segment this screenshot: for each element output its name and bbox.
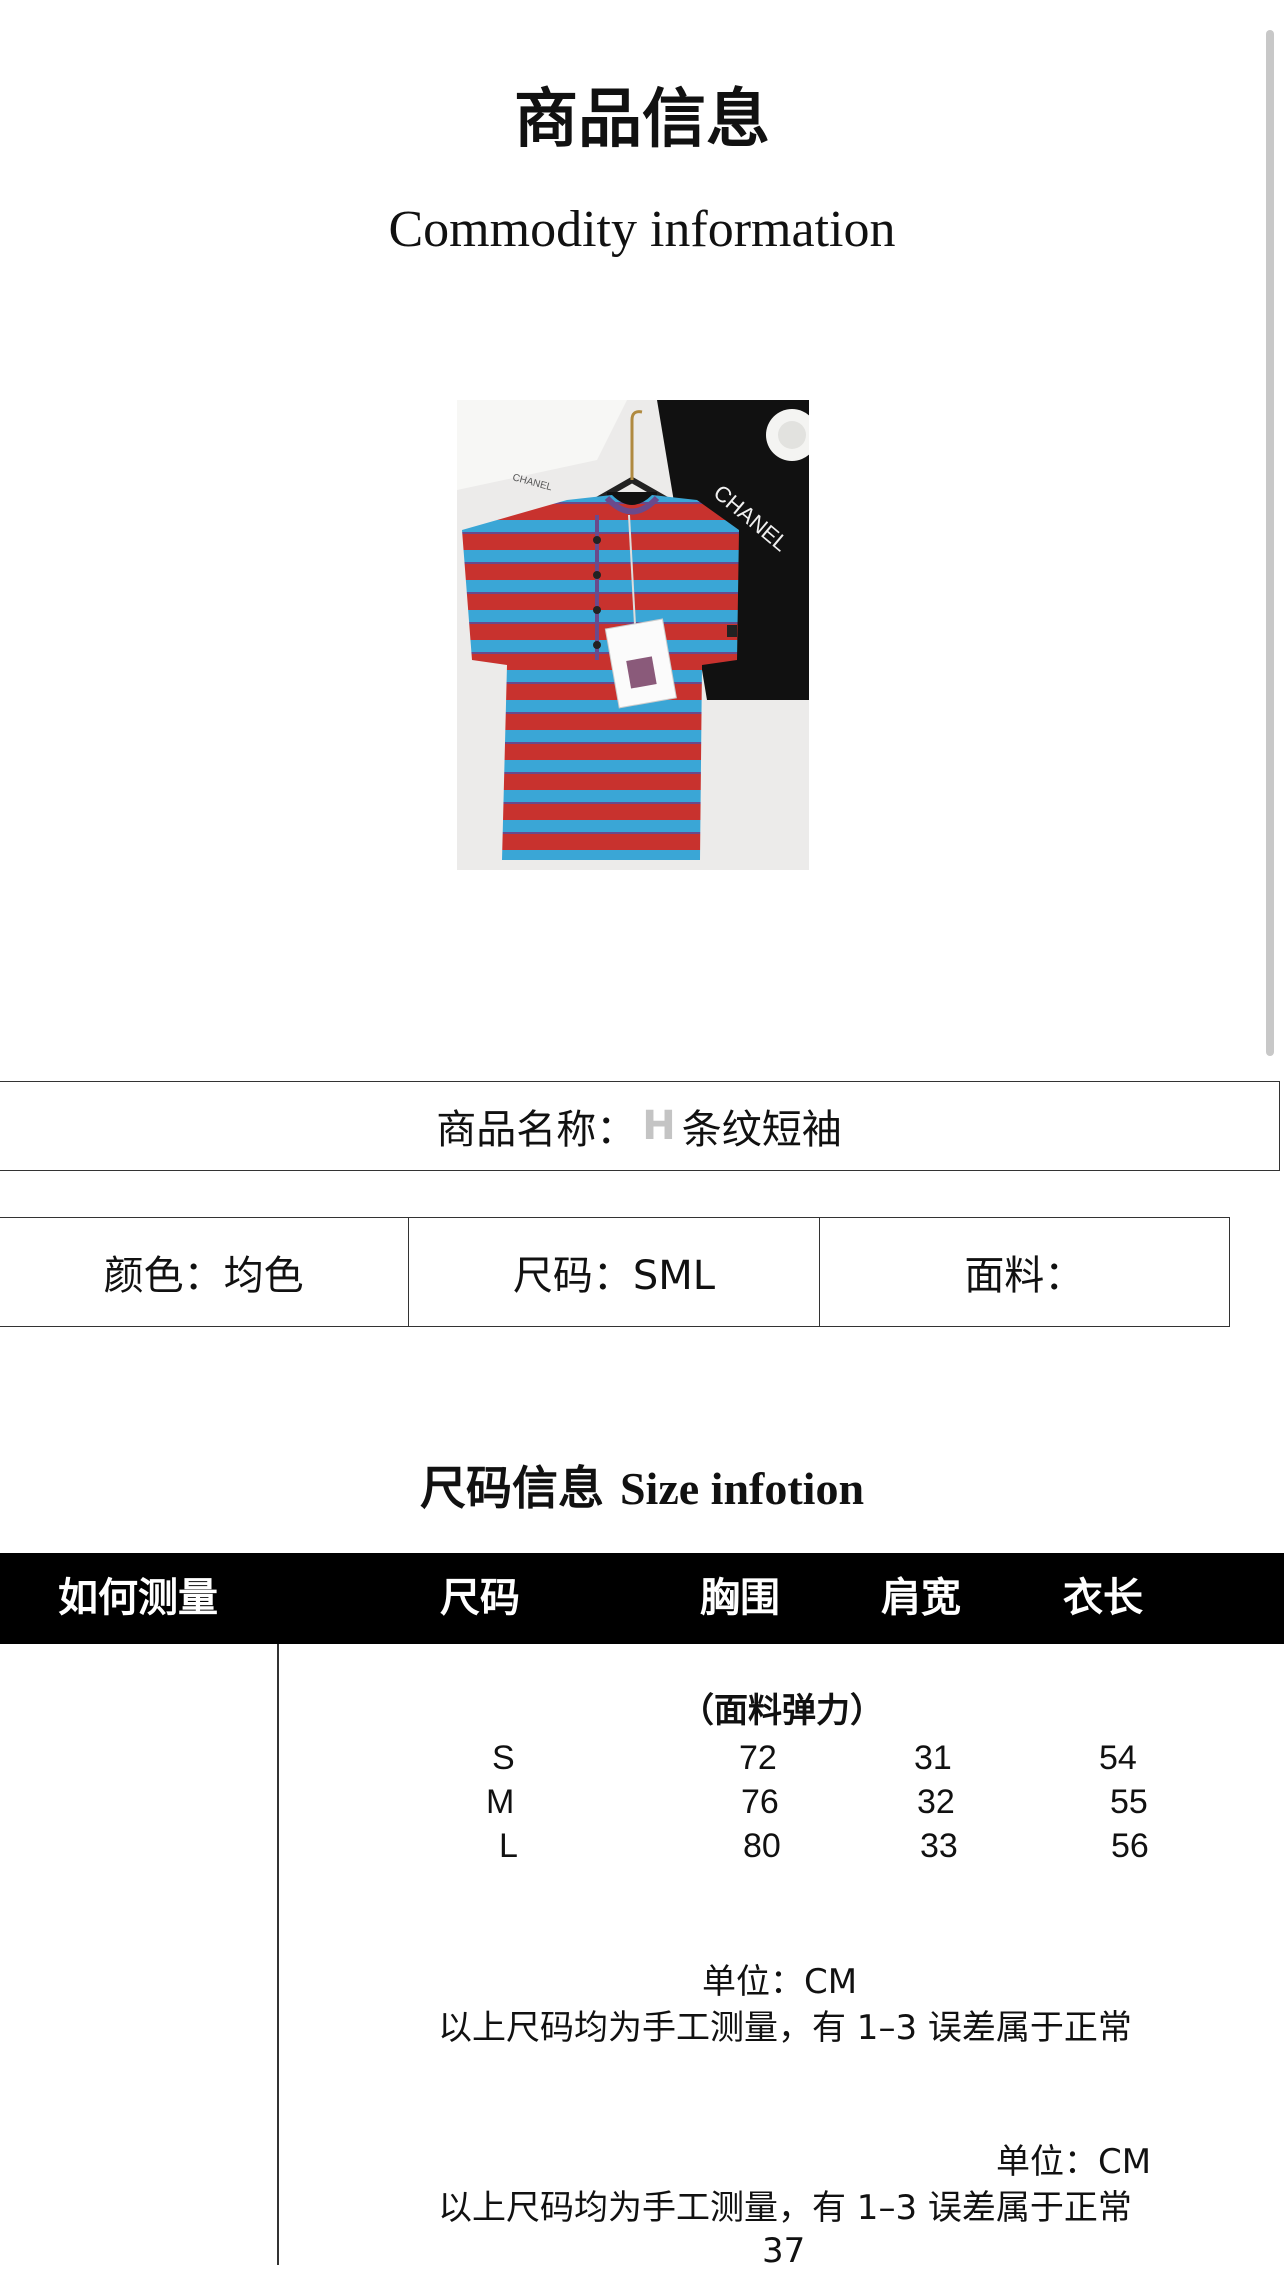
size-value: S <box>492 1739 515 1777</box>
column-shoulder: 肩宽 <box>881 1575 961 1621</box>
accuracy-note: 以上尺码均为手工测量，有 1–3 误差属于正常 <box>438 2188 1132 2228</box>
column-size: 尺码 <box>440 1575 520 1621</box>
attribute-size: 尺码：SML <box>409 1218 820 1326</box>
shoulder-value: 33 <box>920 1827 958 1865</box>
trailing-number: 37 <box>762 2231 806 2271</box>
product-photo: CHANEL CHANEL <box>457 400 809 870</box>
product-attributes-row: 颜色：均色 尺码：SML 面料： <box>0 1217 1230 1327</box>
shoulder-value: 32 <box>917 1783 955 1821</box>
page-title-cn: 商品信息 <box>514 83 770 157</box>
elasticity-note: （面料弹力） <box>680 1691 884 1731</box>
product-name-box: 商品名称： H 条纹短袖 <box>0 1081 1280 1171</box>
product-name-label: 商品名称 <box>436 1107 597 1153</box>
product-name-value: 条纹短袖 <box>681 1107 842 1153</box>
length-value: 55 <box>1110 1783 1148 1821</box>
column-how-to-measure: 如何测量 <box>58 1575 218 1621</box>
attribute-fabric: 面料： <box>964 1253 1085 1299</box>
product-name-separator: ： <box>596 1107 637 1153</box>
watermark-text: H <box>642 1103 676 1149</box>
column-length: 衣长 <box>1063 1575 1143 1621</box>
size-heading-en: Size infotion <box>619 1463 865 1514</box>
unit-note: 单位：CM <box>702 1962 858 2002</box>
length-value: 54 <box>1099 1739 1137 1777</box>
size-heading-cn: 尺码信息 <box>419 1461 604 1515</box>
shoulder-value: 31 <box>914 1739 952 1777</box>
page-scrollbar[interactable] <box>1266 30 1274 1056</box>
column-chest: 胸围 <box>700 1575 780 1621</box>
unit-note: 单位：CM <box>996 2142 1152 2182</box>
chest-value: 72 <box>739 1739 777 1777</box>
length-value: 56 <box>1111 1827 1149 1865</box>
size-table-header: 如何测量 尺码 胸围 肩宽 衣长 <box>0 1553 1284 1644</box>
chest-value: 76 <box>741 1783 779 1821</box>
size-info-heading: 尺码信息 Size infotion <box>0 1456 1284 1521</box>
page-title-en: Commodity information <box>388 201 896 258</box>
chest-value: 80 <box>743 1827 781 1865</box>
accuracy-note: 以上尺码均为手工测量，有 1–3 误差属于正常 <box>438 2008 1132 2048</box>
size-value: M <box>486 1783 515 1821</box>
attribute-color: 颜色：均色 <box>0 1218 410 1326</box>
size-value: L <box>499 1827 518 1865</box>
table-divider <box>277 1644 279 2265</box>
